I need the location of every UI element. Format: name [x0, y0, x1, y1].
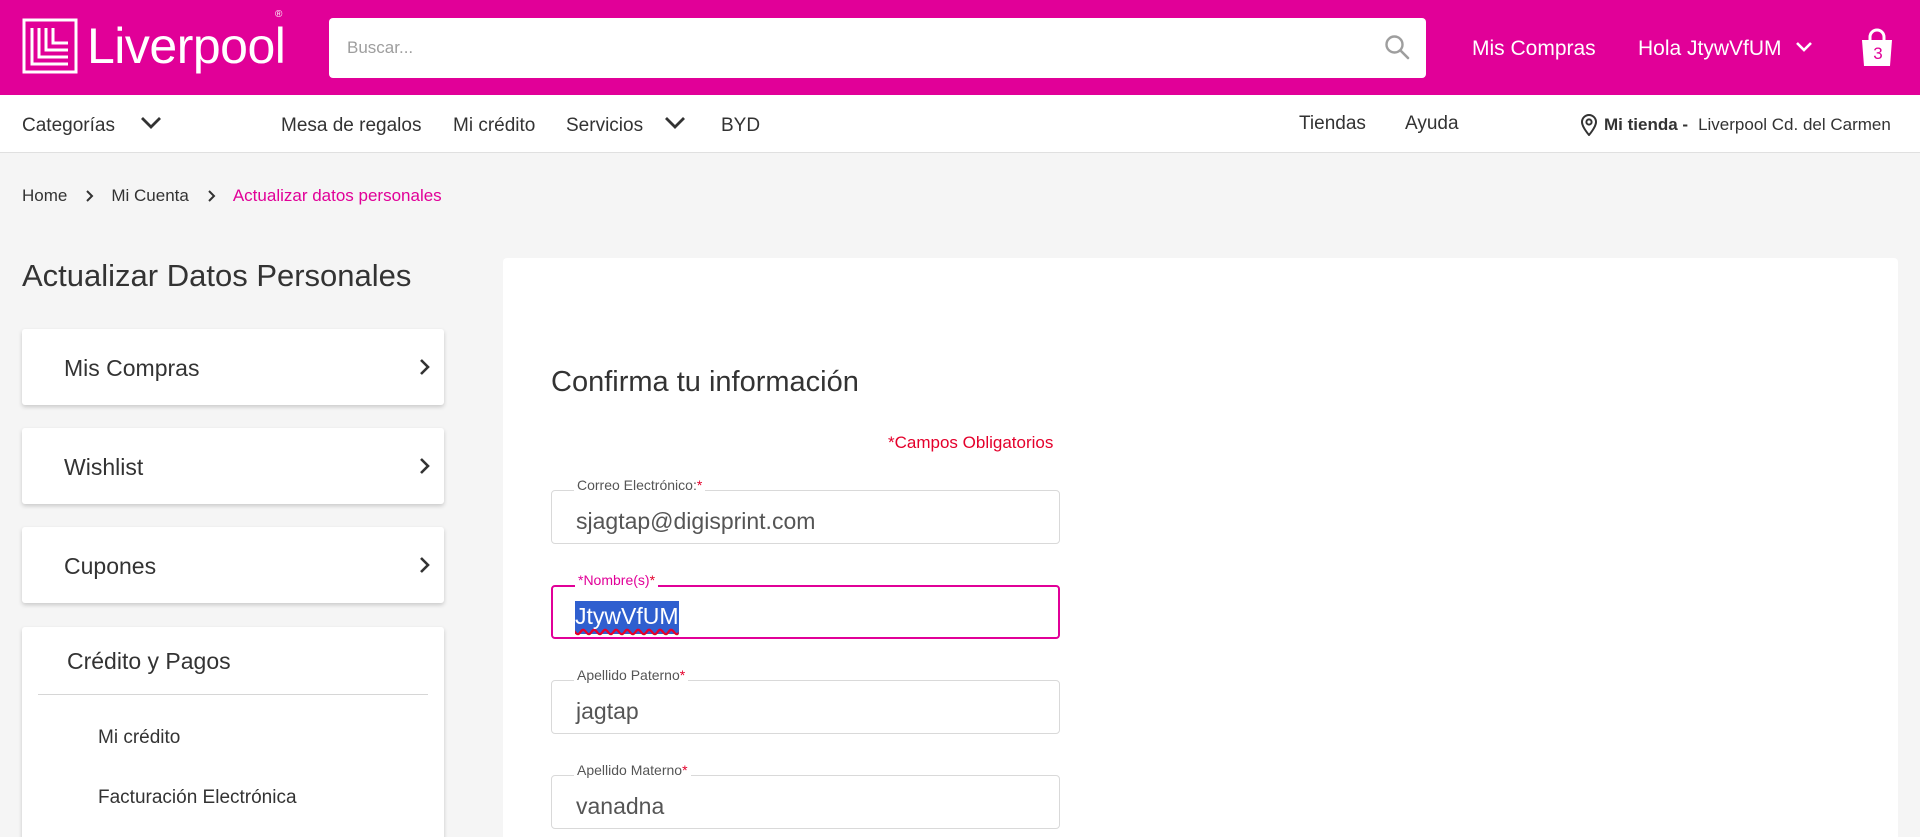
- breadcrumb-account[interactable]: Mi Cuenta: [111, 186, 188, 206]
- sidebar-item-label: Cupones: [64, 553, 157, 579]
- chevron-down-icon[interactable]: [140, 115, 162, 136]
- breadcrumb: Home Mi Cuenta Actualizar datos personal…: [22, 186, 442, 206]
- chevron-down-icon[interactable]: [664, 115, 686, 136]
- paternal-surname-field-value: jagtap: [576, 698, 639, 724]
- nav-byd[interactable]: BYD: [721, 115, 760, 137]
- location-pin-icon: [1580, 114, 1598, 136]
- sidebar-item-mis-compras[interactable]: Mis Compras: [22, 329, 444, 405]
- required-fields-note: *Campos Obligatorios: [888, 433, 1054, 452]
- nav-tiendas[interactable]: Tiendas: [1299, 113, 1366, 135]
- store-name: Liverpool Cd. del Carmen: [1698, 115, 1891, 134]
- credit-section-title[interactable]: Crédito y Pagos: [67, 648, 231, 675]
- sidebar-item-wishlist[interactable]: Wishlist: [22, 428, 444, 504]
- nav-mesa-regalos[interactable]: Mesa de regalos: [281, 115, 421, 137]
- chevron-right-icon: [207, 189, 217, 203]
- page-title: Actualizar Datos Personales: [22, 258, 412, 293]
- chevron-right-icon: [419, 358, 431, 381]
- email-field-label: Correo Electrónico:*: [574, 477, 706, 493]
- top-header: Liverpool ® Mis Compras Hola JtywVfUM 3: [0, 0, 1920, 95]
- paternal-surname-field[interactable]: Apellido Paterno* jagtap: [551, 667, 1060, 734]
- search-bar: [329, 18, 1426, 78]
- paternal-surname-field-label: Apellido Paterno*: [574, 667, 689, 683]
- breadcrumb-home[interactable]: Home: [22, 186, 67, 206]
- chevron-right-icon: [85, 189, 95, 203]
- sidebar-credit-section: Crédito y Pagos Mi crédito Facturación E…: [22, 627, 444, 837]
- user-greeting[interactable]: Hola JtywVfUM: [1638, 37, 1782, 61]
- nav-servicios[interactable]: Servicios: [566, 115, 643, 137]
- category-nav: Categorías Mesa de regalos Mi crédito Se…: [0, 95, 1920, 153]
- sidebar-item-label: Wishlist: [64, 454, 144, 480]
- bag-count-badge: 3: [1873, 44, 1883, 63]
- sidebar-item-mi-credito[interactable]: Mi crédito: [98, 727, 180, 749]
- nav-categorias[interactable]: Categorías: [22, 115, 115, 137]
- search-input[interactable]: [347, 18, 1347, 78]
- store-label: Mi tienda -: [1604, 115, 1689, 134]
- first-name-field[interactable]: *Nombre(s)* JtywVfUM: [551, 572, 1060, 639]
- maternal-surname-field-label: Apellido Materno*: [574, 762, 691, 778]
- email-field[interactable]: Correo Electrónico:* sjagtap@digisprint.…: [551, 477, 1060, 544]
- logo-mark-icon: [22, 18, 78, 74]
- search-icon[interactable]: [1384, 34, 1410, 65]
- sidebar-item-cupones[interactable]: Cupones: [22, 527, 444, 603]
- sidebar-item-facturacion[interactable]: Facturación Electrónica: [98, 787, 297, 809]
- maternal-surname-field-value: vanadna: [576, 793, 665, 819]
- nav-mi-credito[interactable]: Mi crédito: [453, 115, 535, 137]
- divider: [38, 694, 428, 695]
- logo-text: Liverpool: [87, 18, 286, 74]
- store-selector[interactable]: Mi tienda - Liverpool Cd. del Carmen: [1580, 114, 1891, 136]
- personal-data-form-card: Confirma tu información *Campos Obligato…: [503, 258, 1898, 837]
- sidebar-item-label: Mis Compras: [64, 355, 200, 381]
- first-name-field-label: *Nombre(s)*: [575, 572, 659, 588]
- liverpool-logo[interactable]: Liverpool: [22, 18, 286, 74]
- chevron-right-icon: [419, 457, 431, 480]
- chevron-right-icon: [419, 556, 431, 579]
- breadcrumb-current: Actualizar datos personales: [232, 186, 442, 205]
- chevron-down-icon[interactable]: [1795, 40, 1813, 59]
- mis-compras-link[interactable]: Mis Compras: [1472, 37, 1596, 61]
- form-title: Confirma tu información: [551, 366, 859, 398]
- registered-mark: ®: [275, 9, 283, 20]
- first-name-field-value: JtywVfUM: [575, 601, 679, 634]
- email-field-value: sjagtap@digisprint.com: [576, 508, 816, 534]
- maternal-surname-field[interactable]: Apellido Materno* vanadna: [551, 762, 1060, 829]
- nav-ayuda[interactable]: Ayuda: [1405, 113, 1459, 135]
